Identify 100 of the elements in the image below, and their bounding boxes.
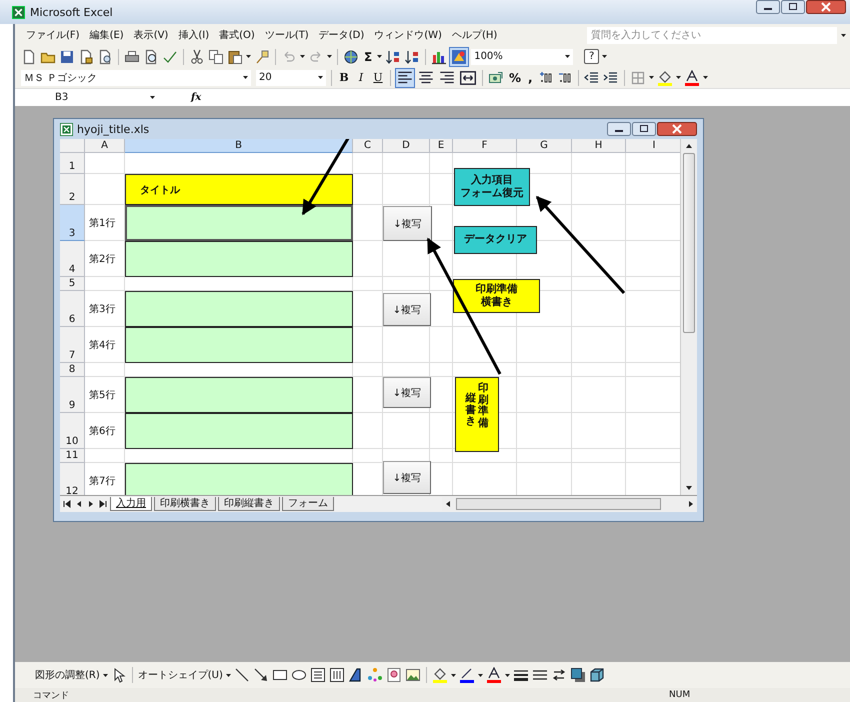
font-size-dropdown[interactable]: 20 <box>256 70 326 86</box>
copy-icon[interactable] <box>208 48 224 64</box>
zoom-dropdown[interactable]: 100% <box>471 48 574 64</box>
3d-icon[interactable] <box>588 667 605 683</box>
oval-icon[interactable] <box>290 667 307 683</box>
menu-item[interactable]: 書式(O) <box>214 26 260 44</box>
row-header[interactable]: 8 <box>60 363 85 377</box>
column-header[interactable]: A <box>85 139 125 153</box>
clipboard-icon[interactable] <box>227 48 243 64</box>
help-button[interactable]: ? <box>584 49 600 64</box>
input-cell[interactable] <box>125 413 353 449</box>
input-cell[interactable] <box>125 377 353 413</box>
row-header[interactable]: 9 <box>60 377 85 413</box>
last-sheet-icon[interactable] <box>99 500 107 508</box>
printer-icon[interactable] <box>124 48 140 64</box>
column-header[interactable]: B <box>125 139 353 153</box>
print-preview-icon[interactable] <box>143 48 159 64</box>
row-header[interactable]: 10 <box>60 413 85 449</box>
line-color-icon[interactable] <box>458 667 475 683</box>
arrow-icon[interactable] <box>252 667 269 683</box>
column-header[interactable]: D <box>383 139 430 153</box>
text-box-icon[interactable] <box>310 667 326 683</box>
clip-art-icon[interactable] <box>386 667 402 683</box>
minimize-button[interactable] <box>756 0 780 14</box>
column-header[interactable]: H <box>572 139 626 153</box>
row-header[interactable]: 1 <box>60 153 85 174</box>
fill-color-icon[interactable] <box>656 70 673 86</box>
column-header[interactable]: I <box>626 139 680 153</box>
maximize-button[interactable] <box>632 122 656 136</box>
scissors-icon[interactable] <box>189 48 205 64</box>
input-cell[interactable] <box>125 241 353 277</box>
caret-icon[interactable] <box>602 55 608 58</box>
close-button[interactable] <box>657 122 697 136</box>
menu-item[interactable]: 編集(E) <box>84 26 129 44</box>
minimize-button[interactable] <box>607 122 631 136</box>
help-search-field[interactable]: 質問を入力してください <box>587 26 837 44</box>
caret-icon[interactable] <box>841 34 846 36</box>
macro-button[interactable]: 縦書き 印刷準備 <box>455 377 499 452</box>
paintbrush-icon[interactable] <box>254 48 270 64</box>
align-left-icon[interactable] <box>396 68 414 86</box>
sheet-tab[interactable]: フォーム <box>282 497 334 511</box>
font-color-icon[interactable] <box>486 667 502 683</box>
caret-icon[interactable] <box>504 674 510 676</box>
menu-item[interactable]: ファイル(F) <box>21 26 85 44</box>
column-header[interactable]: E <box>430 139 453 153</box>
fill-color-icon[interactable] <box>432 667 448 683</box>
row-header[interactable]: 5 <box>60 277 85 291</box>
macro-button[interactable]: 入力項目 フォーム復元 <box>454 168 530 206</box>
font-dropdown[interactable]: ＭＳ Ｐゴシック <box>21 70 251 86</box>
row-header[interactable]: 4 <box>60 241 85 277</box>
next-sheet-icon[interactable] <box>87 500 95 508</box>
input-cell[interactable] <box>125 327 353 363</box>
line-icon[interactable] <box>234 667 250 683</box>
font-color-icon[interactable] <box>684 70 700 86</box>
sheet-tab[interactable]: 印刷横書き <box>154 497 216 511</box>
caret-icon[interactable] <box>226 674 231 676</box>
menu-item[interactable]: 表示(V) <box>128 26 174 44</box>
shadow-icon[interactable] <box>570 667 586 683</box>
sheet-tab[interactable]: 入力用 <box>110 497 152 511</box>
column-header[interactable]: F <box>453 139 517 153</box>
row-header[interactable]: 2 <box>60 174 85 205</box>
caret-icon[interactable] <box>450 674 456 676</box>
drawing-toggle-button[interactable] <box>450 48 468 66</box>
menu-item[interactable]: 挿入(I) <box>173 26 214 44</box>
increase-indent-icon[interactable] <box>602 70 619 86</box>
caret-icon[interactable] <box>102 674 108 676</box>
scroll-thumb[interactable] <box>683 153 696 333</box>
row-header[interactable]: 7 <box>60 327 85 363</box>
align-merge-icon[interactable] <box>459 68 477 86</box>
caret-icon[interactable] <box>377 55 382 58</box>
copy-down-button[interactable]: ↓複写 <box>383 377 431 408</box>
autosum-button[interactable]: Σ <box>362 50 374 64</box>
first-sheet-icon[interactable] <box>63 500 71 508</box>
decrease-indent-icon[interactable] <box>584 70 600 86</box>
caret-icon[interactable] <box>246 55 251 58</box>
menu-item[interactable]: データ(D) <box>314 26 370 44</box>
row-header[interactable]: 3 <box>60 205 85 241</box>
globe-icon[interactable] <box>343 48 359 64</box>
copy-down-button[interactable]: ↓複写 <box>383 206 432 241</box>
vertical-text-box-icon[interactable] <box>328 667 345 683</box>
name-box[interactable]: B3 <box>15 92 161 103</box>
blank-page-icon[interactable] <box>21 48 37 64</box>
row-header[interactable]: 12 <box>60 463 85 495</box>
column-header[interactable]: G <box>517 139 572 153</box>
arrow-style-icon[interactable] <box>550 667 567 683</box>
row-header[interactable]: 11 <box>60 449 85 463</box>
increase-decimal-icon[interactable] <box>538 70 554 86</box>
caret-icon[interactable] <box>702 76 708 79</box>
copy-down-button[interactable]: ↓複写 <box>383 293 431 326</box>
rectangle-icon[interactable] <box>272 667 288 683</box>
vertical-scrollbar[interactable] <box>680 139 697 495</box>
row-header[interactable]: 6 <box>60 291 85 327</box>
column-header[interactable]: C <box>353 139 383 153</box>
maximize-button[interactable] <box>781 0 805 14</box>
insert-function-button[interactable]: fx <box>191 92 202 103</box>
input-cell[interactable] <box>125 291 353 327</box>
scroll-thumb[interactable] <box>456 498 661 510</box>
input-cell[interactable] <box>125 205 353 241</box>
menu-item[interactable]: ツール(T) <box>260 26 314 44</box>
menu-item[interactable]: ヘルプ(H) <box>446 26 502 44</box>
